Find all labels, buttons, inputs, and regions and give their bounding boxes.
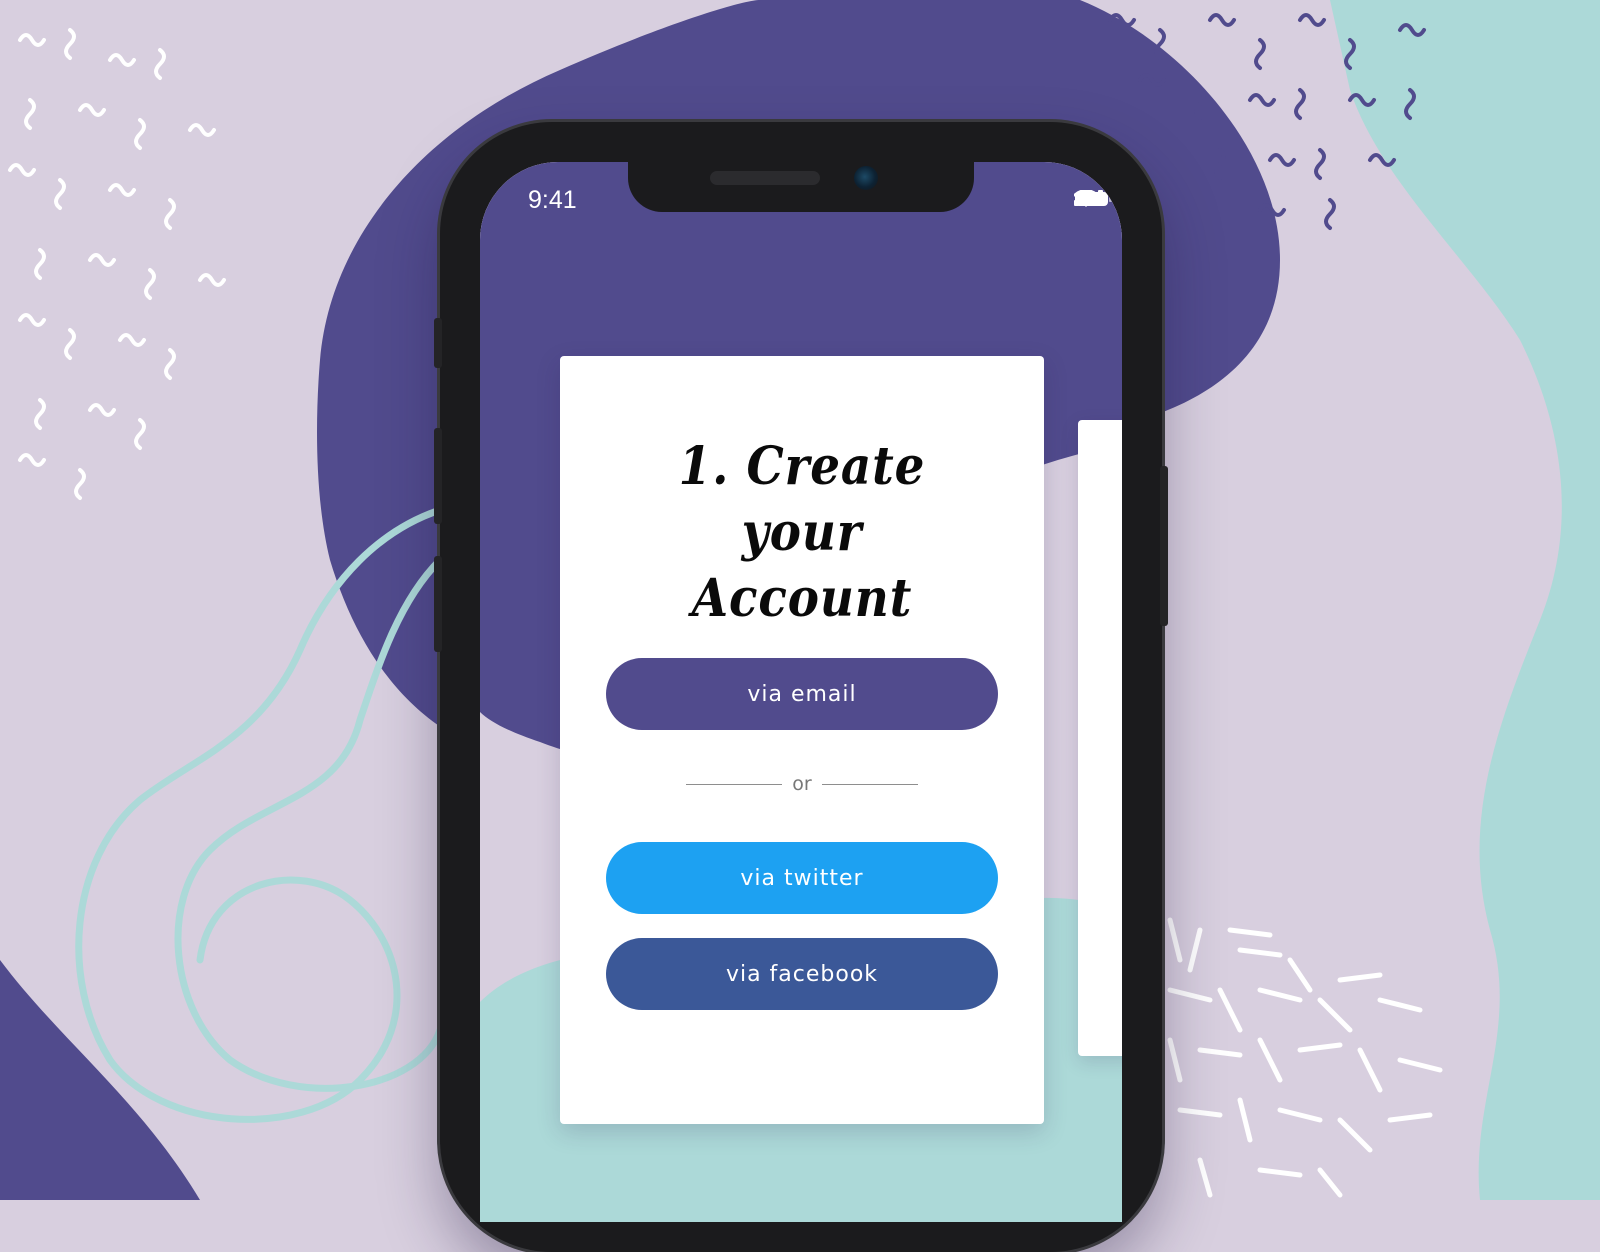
speaker-grille [710,171,820,185]
phone-notch [628,162,974,212]
divider-line-right [821,783,918,785]
via-twitter-button[interactable]: via twitter [606,842,998,914]
mint-blob-right [1330,0,1600,1200]
phone-silent-switch [434,318,442,368]
phone-screen: 9:41 1. Create your Account via email or [480,162,1122,1222]
next-card-preview[interactable] [1078,420,1122,1056]
phone-power-button [1160,466,1168,626]
divider-text: or [792,773,812,795]
or-divider: or [686,772,918,796]
via-email-button[interactable]: via email [606,658,998,730]
white-squiggle-pattern [8,28,226,500]
card-title: 1. Create your Account [611,434,993,632]
divider-line-left [686,783,783,785]
create-account-card: 1. Create your Account via email or via … [560,356,1044,1124]
status-bar-time: 9:41 [528,186,577,214]
phone-volume-down-button [434,556,442,652]
card-title-line-1: 1. Create your [678,436,926,563]
purple-blob-bottom-left [0,960,200,1200]
phone-volume-up-button [434,428,442,524]
via-facebook-button[interactable]: via facebook [606,938,998,1010]
card-title-line-2: Account [691,568,913,629]
battery-icon [1075,192,1112,206]
white-dash-pattern [1167,917,1443,1198]
front-camera [854,166,878,190]
